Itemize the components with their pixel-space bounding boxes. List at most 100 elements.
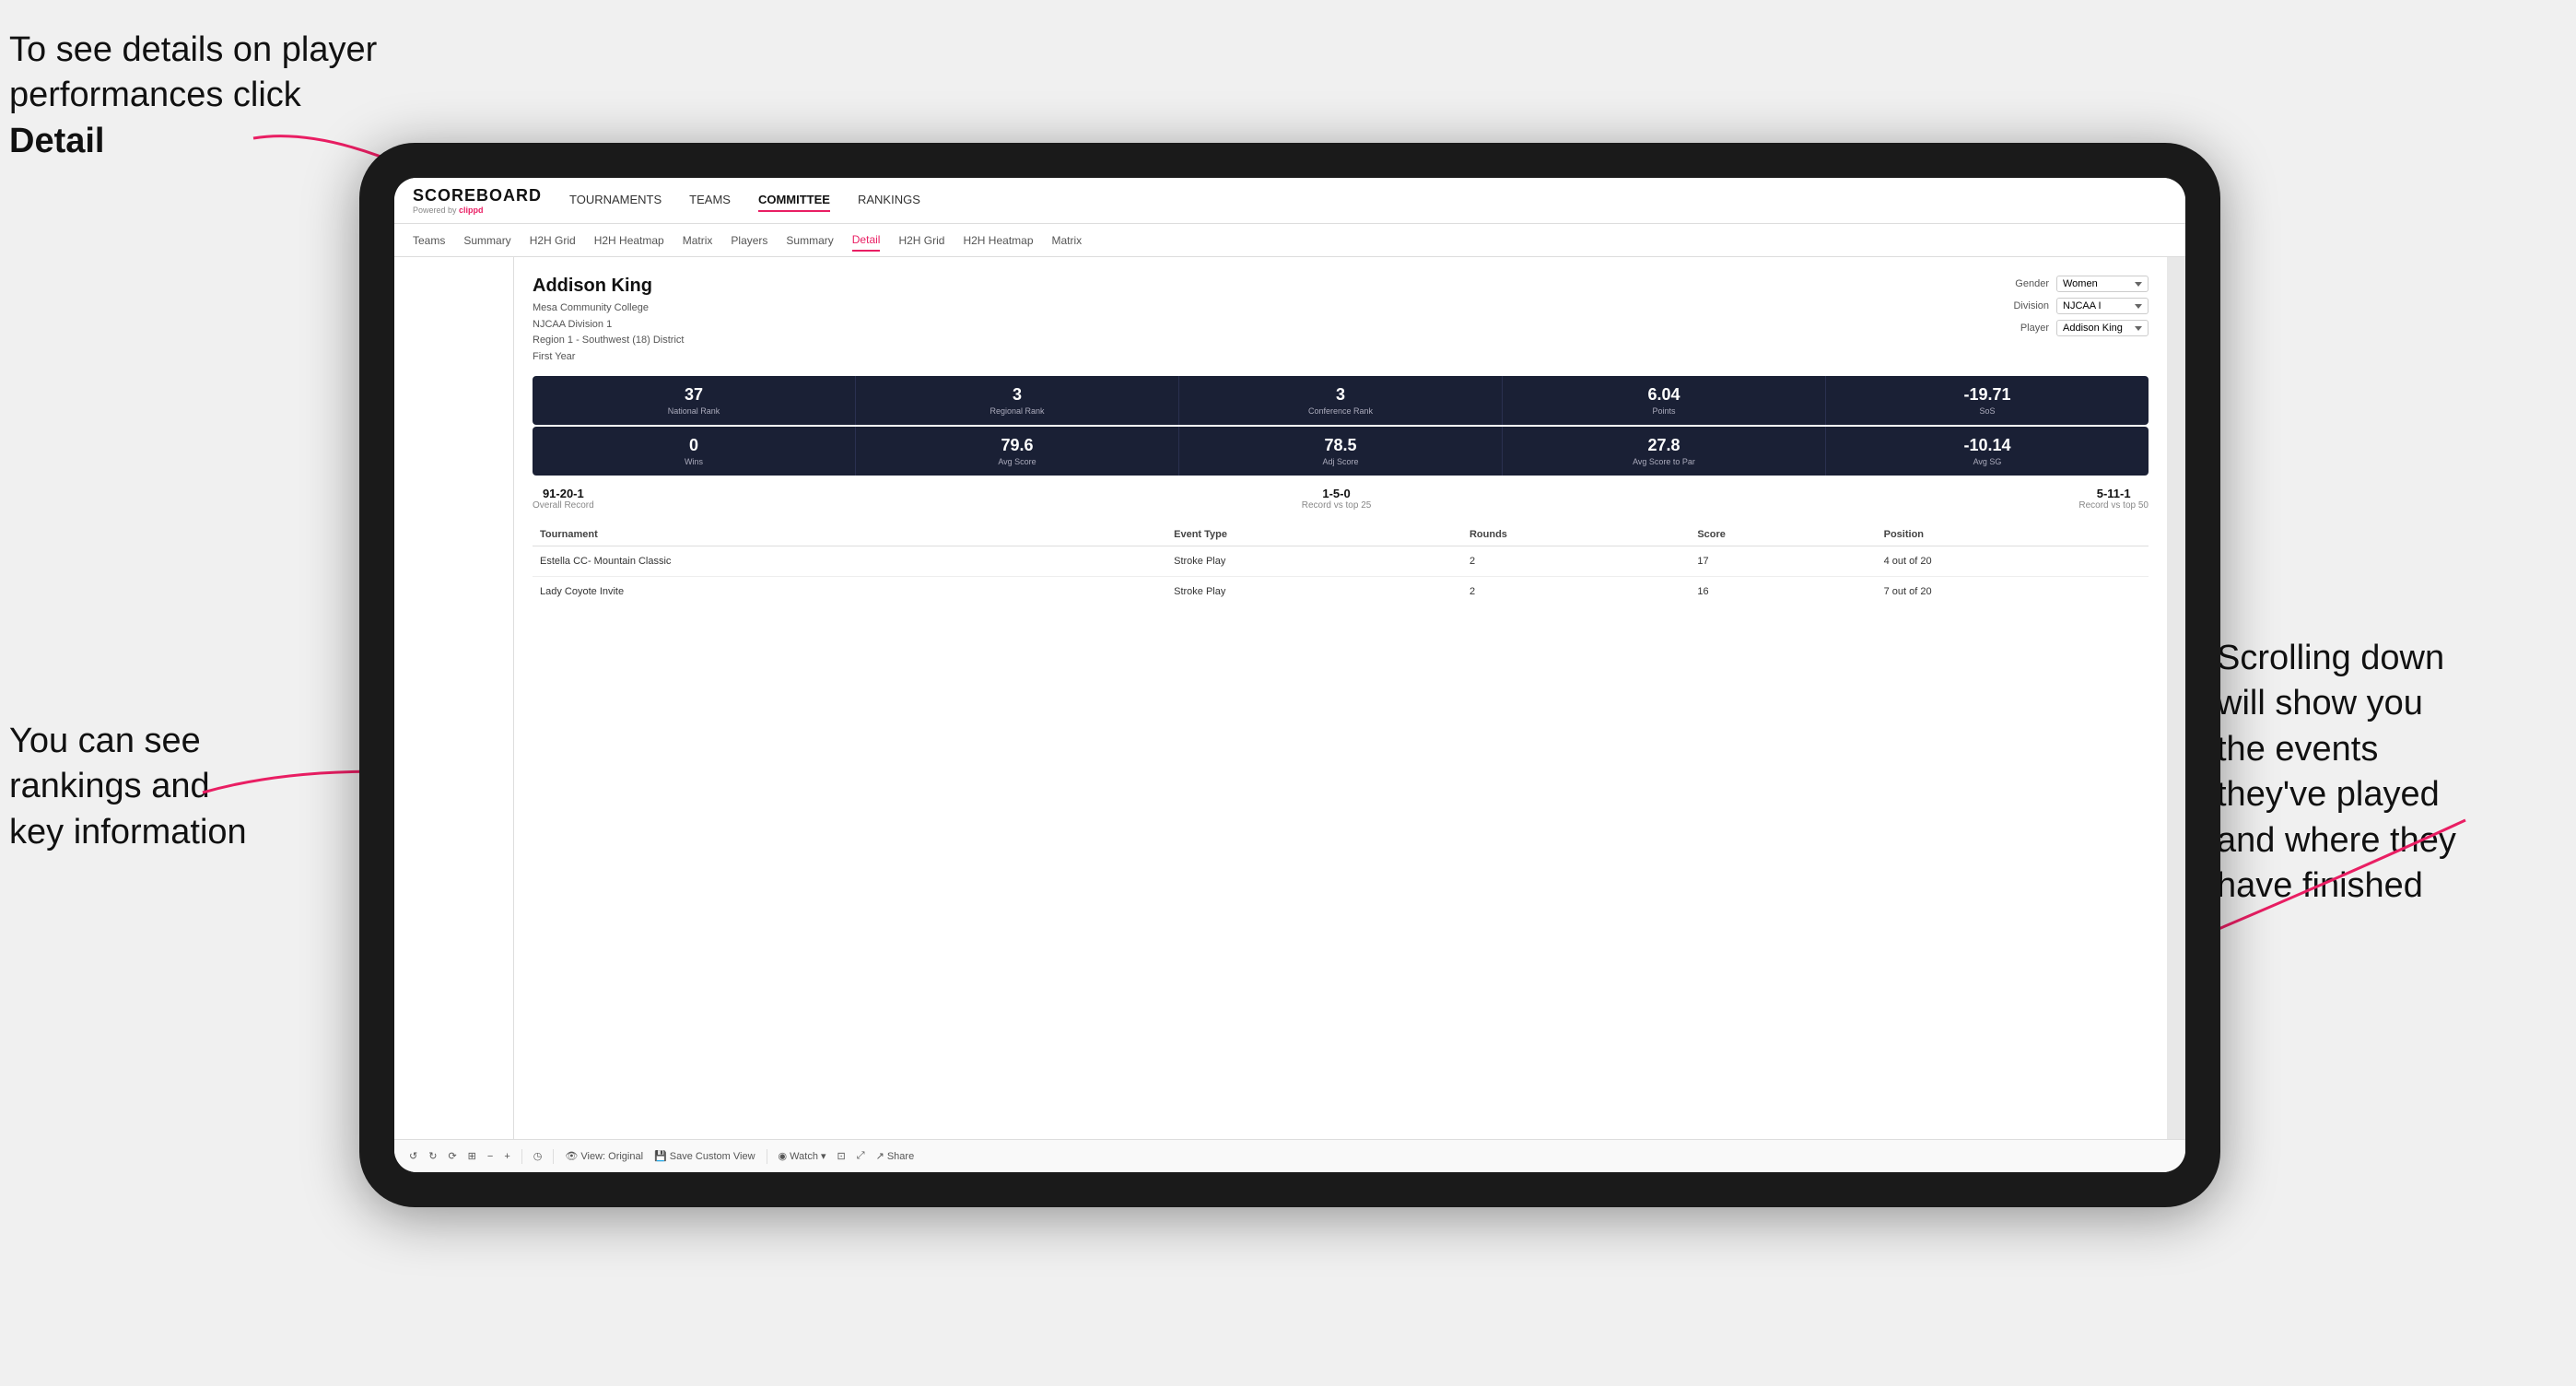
top50-record-label: Record vs top 50 (2078, 500, 2149, 511)
toolbar-undo[interactable]: ↺ (409, 1150, 417, 1162)
subnav-summary2[interactable]: Summary (786, 230, 833, 251)
right-panel (2167, 257, 2185, 1139)
subnav-h2hheatmap[interactable]: H2H Heatmap (594, 230, 664, 251)
app: SCOREBOARD Powered by clippd TOURNAMENTS… (394, 178, 2185, 1172)
regional-rank-value: 3 (1013, 385, 1022, 405)
th-event-type: Event Type (1166, 523, 1462, 546)
player-region: Region 1 - Southwest (18) District (533, 335, 684, 346)
adj-score-value: 78.5 (1324, 436, 1356, 455)
toolbar-save-custom[interactable]: 💾 Save Custom View (654, 1150, 755, 1162)
nav-teams[interactable]: TEAMS (689, 189, 731, 212)
avg-score-label: Avg Score (998, 457, 1036, 466)
row2-score: 16 (1690, 577, 1876, 607)
nav-rankings[interactable]: RANKINGS (858, 189, 920, 212)
tablet: SCOREBOARD Powered by clippd TOURNAMENTS… (359, 143, 2220, 1207)
national-rank-label: National Rank (668, 406, 720, 416)
top25-record-label: Record vs top 25 (1302, 500, 1372, 511)
avg-score-par-value: 27.8 (1647, 436, 1680, 455)
row2-position: 7 out of 20 (1877, 577, 2149, 607)
gender-select[interactable]: Women (2056, 276, 2149, 292)
player-year: First Year (533, 351, 575, 362)
table-body: Estella CC- Mountain Classic Stroke Play… (533, 546, 2149, 607)
regional-rank-label: Regional Rank (989, 406, 1044, 416)
record-row: 91-20-1 Overall Record 1-5-0 Record vs t… (533, 487, 2149, 511)
toolbar-sep2 (553, 1149, 554, 1164)
player-select[interactable]: Addison King (2056, 320, 2149, 336)
conference-rank-label: Conference Rank (1308, 406, 1373, 416)
logo-powered: Powered by clippd (413, 206, 542, 215)
overall-record-label: Overall Record (533, 500, 594, 511)
toolbar-clock[interactable]: ◷ (533, 1150, 543, 1162)
wins-label: Wins (685, 457, 703, 466)
row2-rounds: 2 (1462, 577, 1690, 607)
subnav-h2hgrid[interactable]: H2H Grid (530, 230, 576, 251)
player-division: NJCAA Division 1 (533, 319, 612, 330)
stat-sos: -19.71 SoS (1826, 376, 2149, 425)
subnav-matrix2[interactable]: Matrix (1052, 230, 1083, 251)
subnav-teams[interactable]: Teams (413, 230, 445, 251)
stat-points: 6.04 Points (1503, 376, 1826, 425)
toolbar-minus[interactable]: − (487, 1151, 493, 1162)
adj-score-label: Adj Score (1322, 457, 1358, 466)
wins-value: 0 (689, 436, 698, 455)
toolbar-grid[interactable]: ⊞ (468, 1150, 476, 1162)
table-header: Tournament Event Type Rounds Score Posit… (533, 523, 2149, 546)
avg-score-value: 79.6 (1001, 436, 1033, 455)
detail-panel[interactable]: Addison King Mesa Community College NJCA… (514, 257, 2167, 1139)
record-top50: 5-11-1 Record vs top 50 (2078, 487, 2149, 511)
nav-tournaments[interactable]: TOURNAMENTS (569, 189, 662, 212)
top-nav-links: TOURNAMENTS TEAMS COMMITTEE RANKINGS (569, 189, 920, 212)
toolbar-view-original[interactable]: 👁 View: Original (565, 1150, 643, 1162)
player-school: Mesa Community College (533, 302, 649, 313)
subnav-players[interactable]: Players (731, 230, 767, 251)
tournaments-table: Tournament Event Type Rounds Score Posit… (533, 523, 2149, 606)
th-tournament: Tournament (533, 523, 1166, 546)
table-row[interactable]: Lady Coyote Invite Stroke Play 2 16 7 ou… (533, 577, 2149, 607)
conference-rank-value: 3 (1336, 385, 1345, 405)
nav-committee[interactable]: COMMITTEE (758, 189, 830, 212)
division-label: Division (2003, 300, 2049, 311)
subnav-matrix[interactable]: Matrix (683, 230, 713, 251)
stat-conference-rank: 3 Conference Rank (1179, 376, 1503, 425)
toolbar-watch[interactable]: ◉ Watch ▾ (779, 1150, 826, 1162)
row1-event-type: Stroke Play (1166, 546, 1462, 577)
points-label: Points (1652, 406, 1675, 416)
avg-sg-label: Avg SG (1973, 457, 2002, 466)
toolbar-refresh[interactable]: ⟳ (448, 1150, 456, 1162)
player-filters: Gender Women Division NJCAA I (2003, 276, 2149, 365)
main-content: Addison King Mesa Community College NJCA… (394, 257, 2185, 1139)
subnav-summary[interactable]: Summary (463, 230, 510, 251)
top-nav: SCOREBOARD Powered by clippd TOURNAMENTS… (394, 178, 2185, 224)
toolbar-share[interactable]: ↗ Share (876, 1150, 915, 1162)
left-sidebar (394, 257, 514, 1139)
stat-wins: 0 Wins (533, 427, 856, 476)
subnav-h2hheatmap2[interactable]: H2H Heatmap (963, 230, 1033, 251)
row1-score: 17 (1690, 546, 1876, 577)
top50-record-value: 5-11-1 (2097, 487, 2131, 500)
player-info: Addison King Mesa Community College NJCA… (533, 276, 684, 365)
annotation-bottomleft: You can see rankings and key information (9, 719, 359, 855)
subnav-detail[interactable]: Detail (852, 229, 881, 252)
logo-scoreboard: SCOREBOARD (413, 186, 542, 206)
row1-rounds: 2 (1462, 546, 1690, 577)
national-rank-value: 37 (685, 385, 703, 405)
record-top25: 1-5-0 Record vs top 25 (1302, 487, 1372, 511)
division-select[interactable]: NJCAA I (2056, 298, 2149, 314)
table-row[interactable]: Estella CC- Mountain Classic Stroke Play… (533, 546, 2149, 577)
avg-score-par-label: Avg Score to Par (1633, 457, 1695, 466)
annotation-bottomright: Scrolling down will show you the events … (2217, 636, 2567, 909)
toolbar-expand[interactable]: ⤢ (857, 1150, 865, 1162)
toolbar-screen[interactable]: ⊡ (837, 1150, 846, 1162)
stat-adj-score: 78.5 Adj Score (1179, 427, 1503, 476)
stats-grid-row1: 37 National Rank 3 Regional Rank 3 Confe… (533, 376, 2149, 425)
toolbar-plus[interactable]: + (504, 1151, 509, 1162)
stat-avg-sg: -10.14 Avg SG (1826, 427, 2149, 476)
subnav-h2hgrid2[interactable]: H2H Grid (898, 230, 944, 251)
gender-filter-row: Gender Women (2003, 276, 2149, 292)
points-value: 6.04 (1647, 385, 1680, 405)
toolbar-redo[interactable]: ↻ (428, 1150, 437, 1162)
row1-position: 4 out of 20 (1877, 546, 2149, 577)
logo-area: SCOREBOARD Powered by clippd (413, 186, 542, 215)
row2-tournament: Lady Coyote Invite (533, 577, 1166, 607)
sub-nav: Teams Summary H2H Grid H2H Heatmap Matri… (394, 224, 2185, 257)
